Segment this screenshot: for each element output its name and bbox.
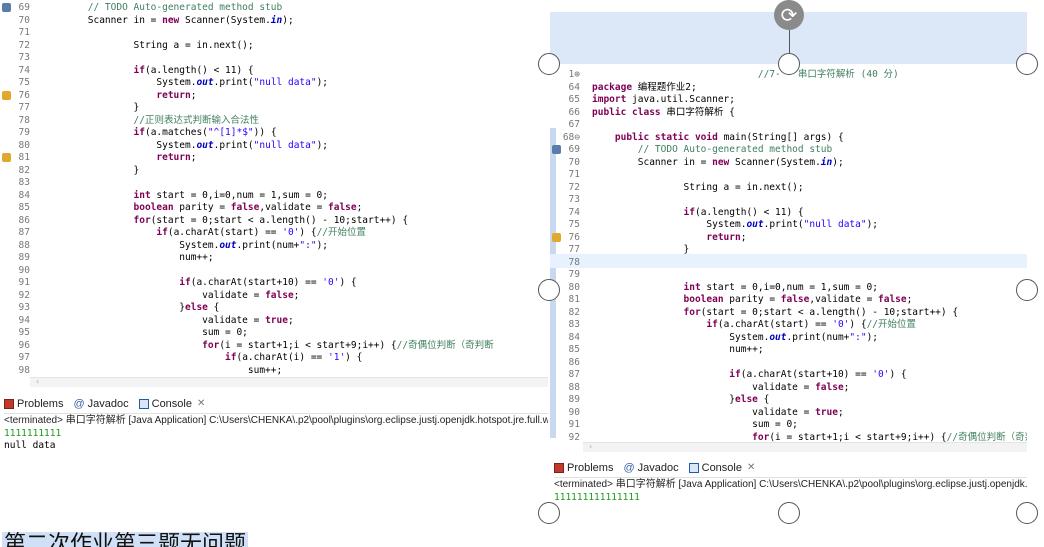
- resize-handle-top-right[interactable]: [1016, 53, 1038, 75]
- resize-handle-bottom-right[interactable]: [1016, 502, 1038, 524]
- right-code-editor[interactable]: 1⊕ //7- 串口字符解析 (40 分) 64 package 编程题作业2; 65…: [550, 64, 1027, 442]
- code-text[interactable]: for(i = start+1;i < start+9;i++) {//奇偶位判…: [592, 430, 1027, 443]
- resize-handle-middle-left[interactable]: [538, 279, 560, 301]
- right-horizontal-scrollbar[interactable]: ‹: [583, 442, 1027, 452]
- right-console-output-1: 111111111111111: [554, 492, 640, 503]
- problems-icon: [4, 398, 14, 409]
- tab-javadoc[interactable]: @ Javadoc: [73, 398, 128, 410]
- tab-problems[interactable]: Problems: [554, 462, 613, 474]
- left-console-output-2: null data: [4, 440, 56, 451]
- close-icon[interactable]: ✕: [197, 398, 205, 409]
- tab-console[interactable]: Console ✕: [138, 397, 205, 410]
- line-number: 98: [18, 364, 30, 376]
- tab-console-label: Console: [151, 397, 192, 410]
- scroll-left-icon[interactable]: ‹: [36, 377, 39, 386]
- tab-console-label: Console: [701, 461, 742, 474]
- code-text[interactable]: sum++;: [42, 363, 282, 378]
- left-terminated-line: <terminated> 串口字符解析 [Java Application] C…: [4, 415, 548, 426]
- right-terminated-line: <terminated> 串口字符解析 [Java Application] C…: [554, 479, 1027, 490]
- tab-problems-label: Problems: [17, 397, 64, 410]
- tab-console[interactable]: Console ✕: [688, 461, 755, 474]
- console-icon: [138, 398, 149, 409]
- javadoc-icon: @: [73, 397, 85, 410]
- tab-problems[interactable]: Problems: [4, 398, 63, 410]
- rotate-handle-icon[interactable]: ⟳: [774, 0, 804, 30]
- left-console-tabs: Problems @ Javadoc Console ✕: [4, 394, 548, 414]
- left-code-editor[interactable]: 69 // TODO Auto-generated method stub 70 …: [0, 0, 548, 378]
- scroll-left-icon[interactable]: ‹: [589, 442, 592, 451]
- resize-handle-middle-right[interactable]: [1016, 279, 1038, 301]
- document-caption: 第二次作业第三题无问题: [2, 532, 249, 547]
- tab-javadoc-label: Javadoc: [637, 461, 679, 474]
- problems-icon: [554, 462, 564, 473]
- code-line[interactable]: 92 for(i = start+1;i < start+9;i++) {//奇…: [550, 430, 1027, 443]
- code-line[interactable]: 98 sum++;: [0, 363, 548, 378]
- resize-handle-top-left[interactable]: [538, 53, 560, 75]
- left-horizontal-scrollbar[interactable]: ‹: [30, 377, 548, 387]
- javadoc-icon: @: [623, 461, 635, 474]
- resize-handle-bottom-center[interactable]: [778, 502, 800, 524]
- tab-problems-label: Problems: [567, 461, 614, 474]
- resize-handle-top-center[interactable]: [778, 53, 800, 75]
- tab-javadoc[interactable]: @ Javadoc: [623, 462, 678, 474]
- line-number: 92: [568, 431, 580, 443]
- close-icon[interactable]: ✕: [747, 462, 755, 473]
- resize-handle-bottom-left[interactable]: [538, 502, 560, 524]
- console-icon: [688, 462, 699, 473]
- right-console-tabs: Problems @ Javadoc Console ✕: [554, 458, 1027, 478]
- tab-javadoc-label: Javadoc: [87, 397, 129, 410]
